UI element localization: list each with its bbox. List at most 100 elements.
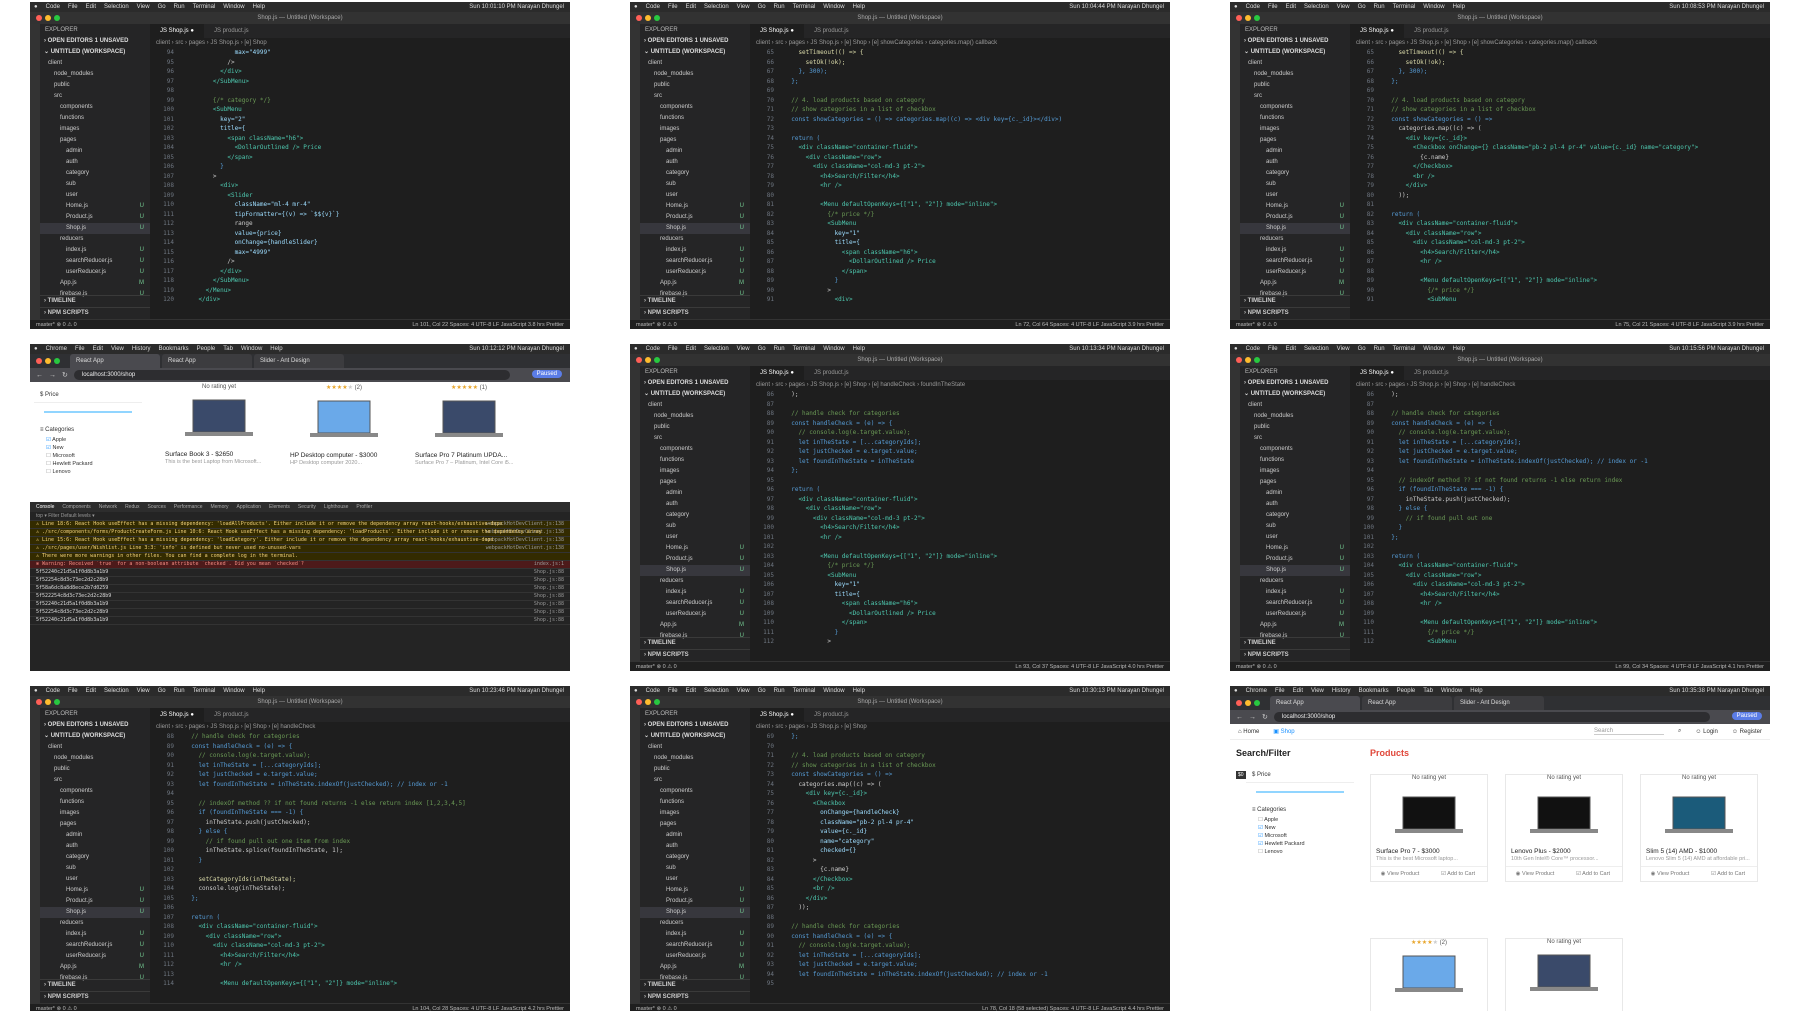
tree-item[interactable]: public: [1240, 80, 1350, 91]
apple-icon[interactable]: ●: [634, 346, 638, 352]
menu-view[interactable]: View: [1337, 4, 1350, 10]
tab-shop-js[interactable]: JS Shop.js ●: [1350, 24, 1404, 38]
cursor-position[interactable]: Ln 93, Col 37 Spaces: 4 UTF-8 LF JavaScr…: [1015, 664, 1164, 670]
forward-icon[interactable]: →: [49, 372, 56, 379]
code-editor[interactable]: JS Shop.js ● JS product.js client › src › …: [150, 708, 570, 1003]
console-source-link[interactable]: index.js:1: [534, 561, 570, 568]
zoom-icon[interactable]: [1254, 700, 1260, 706]
tree-item[interactable]: Product.js U: [640, 554, 750, 565]
tree-item[interactable]: searchReducer.js U: [40, 256, 150, 267]
git-branch[interactable]: master* ⊗ 0 ⚠ 0: [1236, 664, 1277, 670]
tree-item[interactable]: Home.js U: [640, 201, 750, 212]
cursor-position[interactable]: Ln 101, Col 22 Spaces: 4 UTF-8 LF JavaSc…: [412, 322, 564, 328]
tab-product-js[interactable]: JS product.js: [804, 24, 859, 38]
npm-scripts-section[interactable]: › NPM SCRIPTS: [1240, 649, 1350, 661]
tree-item[interactable]: client: [40, 742, 150, 753]
tree-item[interactable]: App.js M: [1240, 620, 1350, 631]
tree-item[interactable]: functions: [640, 455, 750, 466]
menu-bookmarks[interactable]: Bookmarks: [159, 346, 189, 352]
product-image[interactable]: [1659, 791, 1739, 841]
tree-item[interactable]: admin: [640, 146, 750, 157]
search-input[interactable]: Search: [1594, 728, 1664, 735]
tab-shop-js[interactable]: JS Shop.js ●: [150, 24, 204, 38]
tree-item[interactable]: node_modules: [40, 69, 150, 80]
breadcrumb[interactable]: client › src › pages › JS Shop.js › [e] …: [750, 38, 1170, 48]
menu-view[interactable]: View: [137, 688, 150, 694]
menu-selection[interactable]: Selection: [1304, 346, 1329, 352]
tree-item[interactable]: public: [640, 422, 750, 433]
tree-item[interactable]: Home.js U: [640, 543, 750, 554]
tab-product-js[interactable]: JS product.js: [1404, 24, 1459, 38]
menu-view[interactable]: View: [1337, 346, 1350, 352]
menu-go[interactable]: Go: [758, 4, 766, 10]
tab-shop-js[interactable]: JS Shop.js ●: [1350, 366, 1404, 380]
tree-item[interactable]: reducers: [640, 918, 750, 929]
timeline-section[interactable]: › TIMELINE: [40, 295, 150, 307]
devtools-tab[interactable]: Security: [298, 504, 316, 510]
tree-item[interactable]: components: [1240, 102, 1350, 113]
zoom-icon[interactable]: [54, 358, 60, 364]
menu-file[interactable]: File: [68, 688, 78, 694]
menu-selection[interactable]: Selection: [104, 4, 129, 10]
menu-run[interactable]: Run: [774, 688, 785, 694]
open-editors-section[interactable]: › OPEN EDITORS 1 UNSAVED: [640, 378, 750, 389]
tree-item[interactable]: images: [1240, 466, 1350, 477]
apple-icon[interactable]: ●: [1234, 346, 1238, 352]
add-to-cart-button[interactable]: ☑ Add to Cart: [1564, 867, 1622, 881]
menu-go[interactable]: Go: [758, 346, 766, 352]
tab-product-js[interactable]: JS product.js: [204, 708, 259, 722]
minimize-icon[interactable]: [45, 358, 51, 364]
zoom-icon[interactable]: [1254, 15, 1260, 21]
menu-run[interactable]: Run: [774, 4, 785, 10]
tree-item[interactable]: category: [1240, 168, 1350, 179]
apple-icon[interactable]: ●: [34, 688, 38, 694]
tree-item[interactable]: client: [640, 742, 750, 753]
menu-code[interactable]: Code: [46, 688, 60, 694]
tree-item[interactable]: auth: [640, 157, 750, 168]
menu-go[interactable]: Go: [1358, 4, 1366, 10]
menu-help[interactable]: Help: [1453, 4, 1465, 10]
product-title[interactable]: HP Desktop computer - $3000: [285, 449, 403, 460]
tree-item[interactable]: reducers: [640, 576, 750, 587]
browser-tab[interactable]: React App: [1270, 696, 1360, 710]
tree-item[interactable]: Shop.js U: [40, 223, 150, 234]
search-icon[interactable]: ⌕: [1678, 728, 1681, 735]
add-to-cart-button[interactable]: ☑ Add to Cart: [1699, 867, 1757, 881]
menu-file[interactable]: File: [1268, 4, 1278, 10]
tree-item[interactable]: components: [1240, 444, 1350, 455]
tree-item[interactable]: Product.js U: [640, 896, 750, 907]
menu-terminal[interactable]: Terminal: [793, 346, 816, 352]
tree-item[interactable]: user: [1240, 190, 1350, 201]
menu-terminal[interactable]: Terminal: [793, 4, 816, 10]
menu-file[interactable]: File: [668, 4, 678, 10]
tree-item[interactable]: user: [40, 190, 150, 201]
tree-item[interactable]: App.js M: [640, 278, 750, 289]
minimize-icon[interactable]: [1245, 15, 1251, 21]
tree-item[interactable]: reducers: [1240, 576, 1350, 587]
browser-tab[interactable]: React App: [162, 354, 252, 368]
tree-item[interactable]: Product.js U: [1240, 212, 1350, 223]
menu-window[interactable]: Window: [1423, 346, 1444, 352]
menu-help[interactable]: Help: [253, 4, 265, 10]
category-checkbox[interactable]: ☐ Hewlett Packard: [34, 460, 142, 468]
devtools-tab[interactable]: Elements: [269, 504, 290, 510]
menu-history[interactable]: History: [1332, 688, 1351, 694]
apple-icon[interactable]: ●: [634, 688, 638, 694]
product-card[interactable]: ★★★★★ (1) Surface Pro 7 Platinum UPDA... S…: [410, 384, 528, 466]
zoom-icon[interactable]: [654, 15, 660, 21]
code-editor[interactable]: JS Shop.js ● JS product.js client › src › …: [750, 24, 1170, 319]
close-icon[interactable]: [1236, 357, 1242, 363]
open-editors-section[interactable]: › OPEN EDITORS 1 UNSAVED: [640, 36, 750, 47]
menu-view[interactable]: View: [737, 346, 750, 352]
tree-item[interactable]: reducers: [40, 918, 150, 929]
close-icon[interactable]: [636, 15, 642, 21]
workspace-section[interactable]: ⌄ UNTITLED (WORKSPACE): [640, 731, 750, 742]
menu-terminal[interactable]: Terminal: [793, 688, 816, 694]
code-content[interactable]: 86 ); 87 88 // handle check for categories…: [1350, 390, 1770, 647]
menu-edit[interactable]: Edit: [686, 346, 696, 352]
tree-item[interactable]: reducers: [40, 234, 150, 245]
tree-item[interactable]: userReducer.js U: [1240, 609, 1350, 620]
tree-item[interactable]: category: [640, 852, 750, 863]
tree-item[interactable]: admin: [40, 146, 150, 157]
price-slider[interactable]: [1256, 791, 1344, 793]
